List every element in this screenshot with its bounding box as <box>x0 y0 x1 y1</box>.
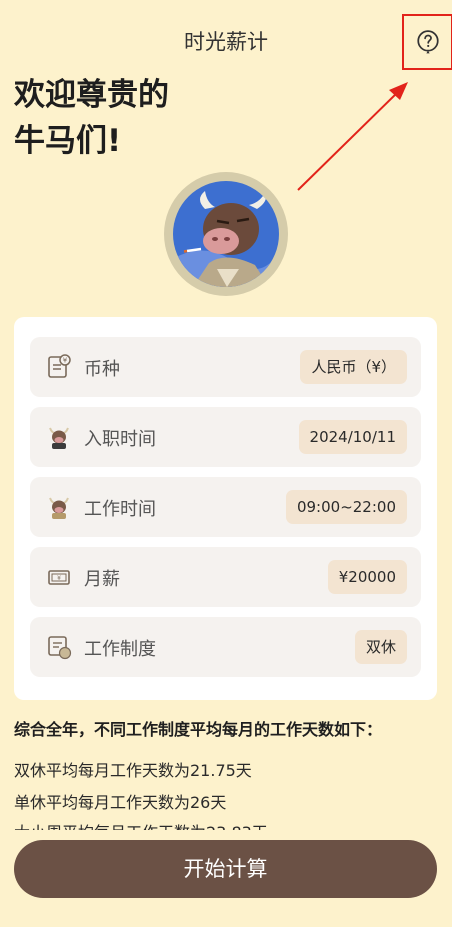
avatar[interactable] <box>164 172 288 296</box>
svg-text:¥: ¥ <box>63 357 68 365</box>
setting-value-currency[interactable]: 人民币（¥） <box>300 350 407 384</box>
info-line: 单休平均每月工作天数为26天 <box>14 793 227 812</box>
currency-document-icon: ¥ <box>48 354 71 378</box>
setting-label-work-hours: 工作时间 <box>84 499 156 520</box>
bull-icon <box>49 497 69 519</box>
svg-text:¥: ¥ <box>57 575 61 582</box>
calendar-stamp-icon <box>48 636 72 660</box>
annotation-arrow <box>297 82 408 191</box>
setting-row-currency[interactable]: ¥ 币种 人民币（¥） <box>30 337 421 397</box>
help-circle-icon <box>416 30 439 54</box>
setting-row-work-system[interactable]: 工作制度 双休 <box>30 617 421 677</box>
info-scroll-clip: 大小周平均每月工作天数为23.83天 <box>0 818 452 830</box>
setting-row-hire-date[interactable]: 入职时间 2024/10/11 <box>30 407 421 467</box>
start-calculation-button[interactable]: 开始计算 <box>14 840 437 898</box>
setting-label-salary: 月薪 <box>84 569 120 590</box>
setting-row-work-hours[interactable]: 工作时间 09:00~22:00 <box>30 477 421 537</box>
setting-value-salary[interactable]: ¥20000 <box>327 560 407 594</box>
welcome-line-2: 牛马们! <box>14 123 122 159</box>
setting-label-currency: 币种 <box>84 359 120 380</box>
setting-value-hire-date[interactable]: 2024/10/11 <box>298 420 407 454</box>
info-line: 大小周平均每月工作天数为23.83天 <box>14 819 268 830</box>
setting-value-work-system[interactable]: 双休 <box>354 630 407 664</box>
welcome-heading: 欢迎尊贵的 牛马们! <box>14 72 169 164</box>
bull-icon <box>49 427 69 449</box>
banknote-icon: ¥ <box>48 570 70 585</box>
info-title: 综合全年，不同工作制度平均每月的工作天数如下： <box>14 720 383 739</box>
info-line: 双休平均每月工作天数为21.75天 <box>14 761 252 780</box>
setting-label-hire-date: 入职时间 <box>84 429 156 450</box>
bull-avatar-icon <box>173 181 279 287</box>
help-button[interactable] <box>402 14 452 70</box>
setting-row-salary[interactable]: ¥ 月薪 ¥20000 <box>30 547 421 607</box>
setting-value-work-hours[interactable]: 09:00~22:00 <box>285 490 407 524</box>
welcome-line-1: 欢迎尊贵的 <box>14 77 169 113</box>
settings-card: ¥ 币种 人民币（¥） 入职时间 2024/10/11 工作时间 09:00~2… <box>14 317 437 700</box>
page-title: 时光薪计 <box>184 30 268 54</box>
setting-label-work-system: 工作制度 <box>84 639 156 660</box>
